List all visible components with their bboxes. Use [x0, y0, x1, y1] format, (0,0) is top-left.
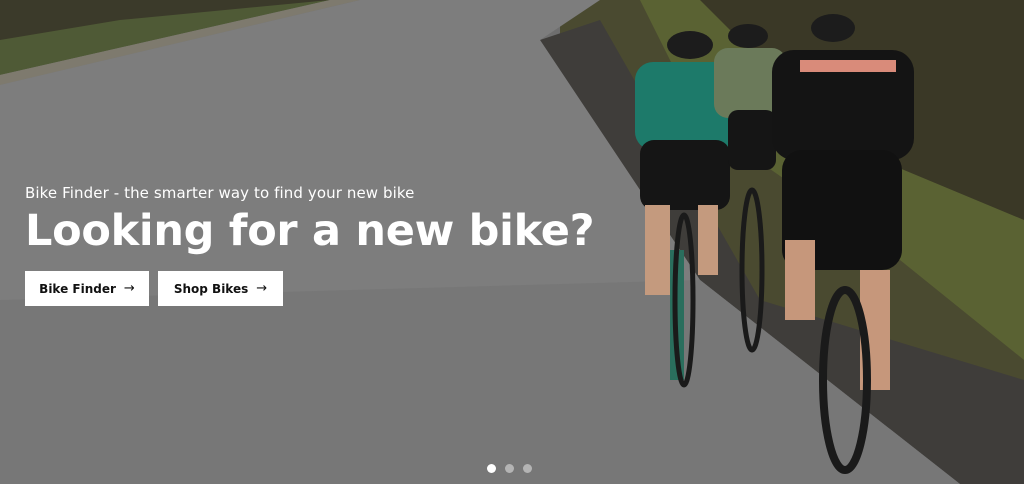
- arrow-right-icon: →: [256, 281, 268, 296]
- hero-content: Bike Finder - the smarter way to find yo…: [25, 183, 595, 306]
- slider-pagination: [487, 464, 532, 473]
- arrow-right-icon: →: [123, 281, 135, 296]
- slider-dot-2[interactable]: [505, 464, 514, 473]
- shop-bikes-button-label: Shop Bikes: [173, 281, 249, 296]
- bike-finder-button-label: Bike Finder: [39, 281, 116, 296]
- hero-subtitle: Bike Finder - the smarter way to find yo…: [25, 184, 415, 202]
- hero-title: Looking for a new bike?: [25, 206, 595, 256]
- bike-finder-button[interactable]: Bike Finder →: [25, 271, 149, 306]
- slider-dot-1[interactable]: [487, 464, 496, 473]
- shop-bikes-button[interactable]: Shop Bikes →: [158, 271, 283, 306]
- hero-banner: Bike Finder - the smarter way to find yo…: [0, 0, 1024, 484]
- hero-cta-group: Bike Finder → Shop Bikes →: [25, 271, 594, 306]
- slider-dot-3[interactable]: [523, 464, 532, 473]
